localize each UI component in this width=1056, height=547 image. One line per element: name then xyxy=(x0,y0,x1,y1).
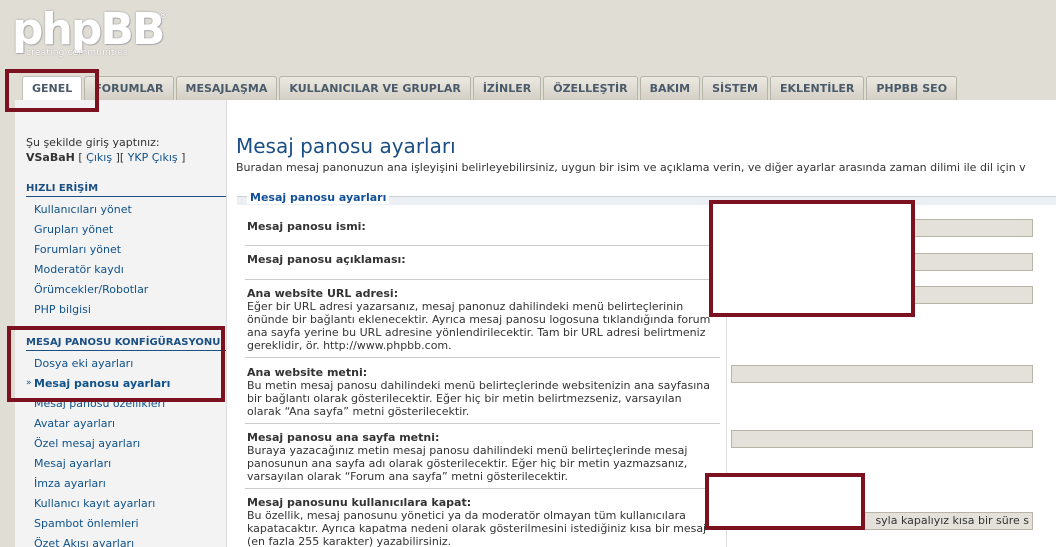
field-site-url: Ana website URL adresi: Eğer bir URL adr… xyxy=(247,287,717,352)
page-title: Mesaj panosu ayarları xyxy=(236,134,456,158)
field-label: Mesaj panosu açıklaması: xyxy=(247,253,406,266)
main-tabs: GENEL FORUMLAR MESAJLAŞMA KULLANICILAR V… xyxy=(22,76,959,102)
sidebar-item-attachment-settings[interactable]: Dosya eki ayarları xyxy=(34,357,133,370)
field-disable-board: Mesaj panosunu kullanıcılara kapat: Bu ö… xyxy=(247,496,717,547)
sidebar-item-moderator-log[interactable]: Moderatör kaydı xyxy=(34,263,124,276)
login-label: Şu şekilde giriş yaptınız: xyxy=(26,136,160,149)
tab-system[interactable]: SİSTEM xyxy=(702,76,768,100)
field-label: Mesaj panosunu kullanıcılara kapat: xyxy=(247,496,472,509)
tab-forums[interactable]: FORUMLAR xyxy=(84,76,174,100)
field-board-name: Mesaj panosu ismi: xyxy=(247,220,717,233)
logo-text: phpBB xyxy=(12,4,165,55)
field-label: Mesaj panosu ana sayfa metni: xyxy=(247,431,440,444)
row-divider xyxy=(245,245,720,246)
field-board-index-text: Mesaj panosu ana sayfa metni: Buraya yaz… xyxy=(247,431,717,483)
field-explain: Eğer bir URL adresi yazarsanız, mesaj pa… xyxy=(247,300,711,352)
fieldset-legend: Mesaj panosu ayarları xyxy=(247,191,390,204)
username: VSaBaH xyxy=(26,151,75,164)
page-description: Buradan mesaj panonuzun ana işleyişini b… xyxy=(236,161,1026,174)
login-info: VSaBaH [ Çıkış ][ YKP Çıkış ] xyxy=(26,151,186,164)
tab-posting[interactable]: MESAJLAŞMA xyxy=(175,76,278,100)
tab-general[interactable]: GENEL xyxy=(22,76,83,102)
active-bullet-icon: » xyxy=(26,378,32,388)
acp-logout-link[interactable]: YKP Çıkış xyxy=(128,151,178,164)
board-name-input[interactable] xyxy=(731,219,1033,237)
field-label: Ana website URL adresi: xyxy=(247,287,399,300)
sidebar-item-post-settings[interactable]: Mesaj ayarları xyxy=(34,457,111,470)
board-description-input[interactable] xyxy=(731,253,1033,271)
sidebar-item-php-info[interactable]: PHP bilgisi xyxy=(34,303,91,316)
site-url-input[interactable] xyxy=(731,286,1033,304)
row-divider xyxy=(245,279,720,280)
board-config-heading: MESAJ PANOSU KONFİGÜRASYONU xyxy=(26,337,226,351)
row-divider xyxy=(245,357,720,358)
sidebar-item-manage-groups[interactable]: Grupları yönet xyxy=(34,223,113,236)
logo-tagline: creating communities xyxy=(26,48,128,58)
sidebar: Şu şekilde giriş yaptınız: VSaBaH [ Çıkı… xyxy=(15,100,227,547)
sidebar-item-registration-settings[interactable]: Kullanıcı kayıt ayarları xyxy=(34,497,155,510)
logout-link[interactable]: Çıkış xyxy=(86,151,112,164)
sidebar-item-spambot-measures[interactable]: Spambot önlemleri xyxy=(34,517,139,530)
sidebar-item-board-settings[interactable]: Mesaj panosu ayarları xyxy=(34,377,170,390)
field-explain: Bu özellik, mesaj panosunu yönetici ya d… xyxy=(247,509,707,547)
sidebar-item-pm-settings[interactable]: Özel mesaj ayarları xyxy=(34,437,140,450)
sidebar-item-spiders-bots[interactable]: Örümcekler/Robotlar xyxy=(34,283,148,296)
logo-registered-mark: ® xyxy=(158,10,168,21)
quick-access-heading: HIZLI ERİŞİM xyxy=(26,183,226,197)
sidebar-item-manage-users[interactable]: Kullanıcıları yönet xyxy=(34,203,132,216)
field-label: Mesaj panosu ismi: xyxy=(247,220,366,233)
tab-users-groups[interactable]: KULLANICILAR VE GRUPLAR xyxy=(279,76,471,100)
field-explain: Bu metin mesaj panosu dahilindeki menü b… xyxy=(247,379,711,418)
tab-permissions[interactable]: İZİNLER xyxy=(472,76,542,100)
sidebar-item-signature-settings[interactable]: İmza ayarları xyxy=(34,477,106,490)
tab-extensions[interactable]: EKLENTİLER xyxy=(769,76,865,100)
field-explain: Buraya yazacağınız metin mesaj panosu da… xyxy=(247,444,688,483)
tab-phpbb-seo[interactable]: PHPBB SEO xyxy=(866,76,958,100)
sidebar-item-feed-settings[interactable]: Özet Akışı ayarları xyxy=(34,537,134,547)
tab-customise[interactable]: ÖZELLEŞTİR xyxy=(543,76,638,100)
field-label: Ana website metni: xyxy=(247,366,368,379)
sidebar-item-avatar-settings[interactable]: Avatar ayarları xyxy=(34,417,115,430)
site-text-input[interactable] xyxy=(731,365,1033,383)
sidebar-item-manage-forums[interactable]: Forumları yönet xyxy=(34,243,121,256)
row-divider xyxy=(245,488,720,489)
field-site-text: Ana website metni: Bu metin mesaj panosu… xyxy=(247,366,717,418)
field-board-description: Mesaj panosu açıklaması: xyxy=(247,253,717,266)
sidebar-item-board-features[interactable]: Mesaj panosu özellikleri xyxy=(34,397,165,410)
row-divider xyxy=(245,423,720,424)
disable-message-input[interactable]: syla kapalıyız kısa bir süre s xyxy=(731,512,1033,530)
board-index-text-input[interactable] xyxy=(731,430,1033,448)
phpbb-logo: phpBB ® creating communities xyxy=(12,8,172,64)
tab-maintenance[interactable]: BAKIM xyxy=(639,76,701,100)
column-divider xyxy=(726,213,727,547)
